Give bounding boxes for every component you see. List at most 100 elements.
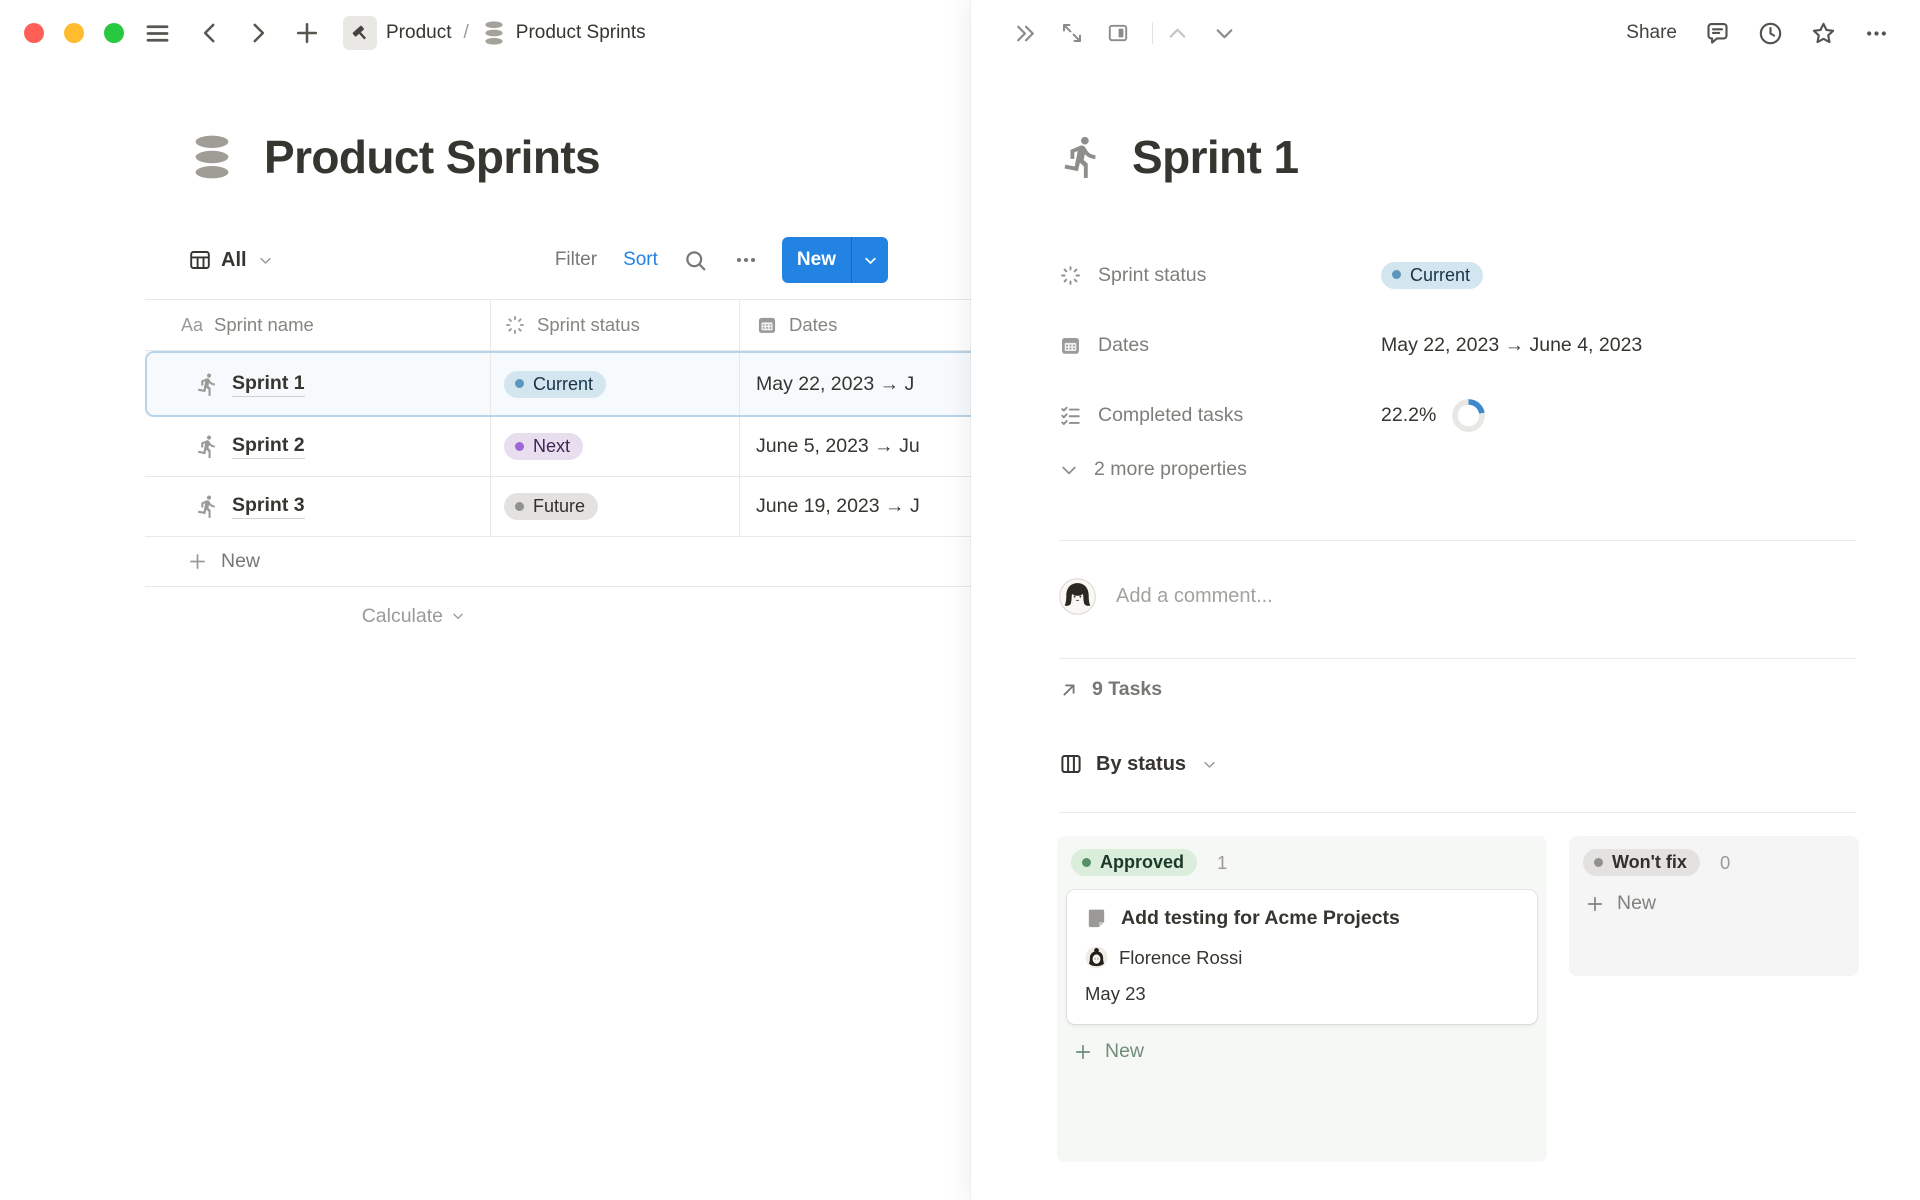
more-properties-toggle[interactable]: 2 more properties — [1059, 458, 1247, 481]
calculate-button[interactable]: Calculate — [145, 605, 491, 628]
board-group-count: 1 — [1217, 852, 1227, 874]
sprint-status-cell[interactable]: Future — [491, 477, 740, 536]
filter-button[interactable]: Filter — [555, 249, 597, 271]
board-column-approved: Approved 1 Add testing for Acme Projects… — [1057, 836, 1547, 1162]
new-record-button[interactable]: New — [782, 237, 888, 283]
property-value[interactable]: 22.2% — [1381, 399, 1485, 432]
arrow-up-right-icon — [1059, 680, 1079, 700]
property-list: Sprint status Current Dates May 22, 2023… — [1059, 240, 1856, 450]
board-group-count: 0 — [1720, 852, 1730, 874]
sprint-page-link[interactable]: Sprint 3 — [232, 494, 305, 519]
board-new-card-button[interactable]: New — [1073, 1040, 1537, 1063]
new-page-icon[interactable] — [293, 19, 321, 47]
chevron-down-icon — [451, 609, 465, 623]
status-spinner-icon — [1059, 264, 1082, 287]
expand-page-icon[interactable] — [1060, 21, 1084, 45]
window-controls — [24, 23, 124, 43]
page-icon — [1085, 907, 1108, 930]
next-page-icon[interactable] — [1212, 21, 1237, 46]
property-value[interactable]: Current — [1381, 262, 1483, 289]
sprint-status-cell[interactable]: Current — [491, 351, 740, 417]
previous-page-icon[interactable] — [1165, 21, 1190, 46]
close-window-button[interactable] — [24, 23, 44, 43]
property-row-completed-tasks: Completed tasks 22.2% — [1059, 380, 1856, 450]
column-header-sprint-name[interactable]: Aa Sprint name — [145, 300, 491, 350]
runner-icon — [195, 372, 220, 397]
runner-icon — [195, 434, 220, 459]
task-card[interactable]: Add testing for Acme Projects Florence R… — [1067, 890, 1537, 1024]
chevron-down-icon — [258, 253, 273, 268]
board-new-card-button[interactable]: New — [1585, 892, 1849, 915]
minimize-window-button[interactable] — [64, 23, 84, 43]
plus-icon — [1073, 1042, 1093, 1062]
status-dot — [515, 442, 524, 451]
sprint-status-cell[interactable]: Next — [491, 417, 740, 476]
progress-ring — [1452, 399, 1485, 432]
page-title[interactable]: Product Sprints — [264, 130, 600, 184]
status-dot — [1594, 858, 1603, 867]
property-row-sprint-status: Sprint status Current — [1059, 240, 1856, 310]
text-property-icon: Aa — [181, 315, 203, 336]
search-icon[interactable] — [683, 248, 708, 273]
forward-button[interactable] — [245, 20, 271, 46]
sort-button[interactable]: Sort — [623, 249, 658, 271]
comments-icon[interactable] — [1704, 20, 1731, 47]
property-label[interactable]: Sprint status — [1059, 264, 1381, 287]
sidebar-menu-icon[interactable] — [144, 20, 171, 47]
database-page-icon[interactable] — [188, 133, 236, 181]
plus-icon — [187, 551, 208, 572]
page-peek-panel: Share Sprint 1 Sprint status — [971, 0, 1920, 1200]
side-peek-icon[interactable] — [1106, 21, 1130, 45]
comment-input-row[interactable]: Add a comment... — [1059, 578, 1273, 615]
property-label[interactable]: Dates — [1059, 334, 1381, 357]
comment-placeholder[interactable]: Add a comment... — [1116, 585, 1273, 608]
chevron-down-icon — [1059, 460, 1079, 480]
more-options-icon[interactable] — [1863, 20, 1890, 47]
back-button[interactable] — [197, 20, 223, 46]
view-tab-by-status[interactable]: By status — [1059, 752, 1217, 776]
status-badge[interactable]: Current — [504, 371, 606, 398]
updates-clock-icon[interactable] — [1757, 20, 1784, 47]
share-button[interactable]: Share — [1626, 22, 1677, 44]
task-title[interactable]: Add testing for Acme Projects — [1121, 907, 1400, 930]
property-label[interactable]: Completed tasks — [1059, 404, 1381, 427]
breadcrumb-separator: / — [463, 22, 468, 44]
new-button-chevron-icon[interactable] — [852, 237, 888, 283]
database-toolbar: All Filter Sort New — [188, 236, 888, 284]
column-header-sprint-status[interactable]: Sprint status — [491, 300, 740, 350]
status-spinner-icon — [504, 314, 526, 336]
new-record-label[interactable]: New — [782, 237, 851, 283]
checklist-icon — [1059, 404, 1082, 427]
calendar-icon — [1059, 334, 1082, 357]
favorite-star-icon[interactable] — [1810, 20, 1837, 47]
status-badge[interactable]: Future — [504, 493, 598, 520]
sprint-page-link[interactable]: Sprint 2 — [232, 434, 305, 459]
view-tab-all[interactable]: All — [188, 248, 273, 272]
status-badge[interactable]: Next — [504, 433, 583, 460]
board-column-header: Won't fix 0 — [1579, 846, 1849, 876]
status-dot — [515, 379, 524, 388]
table-view-icon — [188, 248, 212, 272]
linked-database-title[interactable]: 9 Tasks — [1059, 678, 1162, 701]
sprint-page-link[interactable]: Sprint 1 — [232, 372, 305, 397]
breadcrumb-item-product-sprints[interactable]: Product Sprints — [475, 17, 652, 49]
peek-page-title[interactable]: Sprint 1 — [1132, 130, 1298, 184]
sprint-name-cell[interactable]: Sprint 3 — [145, 477, 491, 536]
task-assignee[interactable]: Florence Rossi — [1085, 946, 1519, 969]
sprint-name-cell[interactable]: Sprint 2 — [145, 417, 491, 476]
zoom-window-button[interactable] — [104, 23, 124, 43]
breadcrumb-item-product[interactable]: Product — [337, 13, 457, 53]
status-badge[interactable]: Current — [1381, 262, 1483, 289]
more-options-icon[interactable] — [733, 247, 759, 273]
board-group-badge[interactable]: Won't fix — [1583, 849, 1700, 876]
assignee-avatar — [1085, 946, 1108, 969]
sprint-name-cell[interactable]: Sprint 1 — [145, 351, 491, 417]
chevron-down-icon — [1202, 757, 1217, 772]
runner-page-icon[interactable] — [1059, 134, 1105, 180]
board-view-icon — [1059, 752, 1083, 776]
property-value[interactable]: May 22, 2023 → June 4, 2023 — [1381, 334, 1642, 357]
board-group-badge[interactable]: Approved — [1071, 849, 1197, 876]
close-peek-icon[interactable] — [1013, 21, 1038, 46]
divider — [1059, 540, 1856, 541]
board-column-wont-fix: Won't fix 0 New — [1569, 836, 1859, 976]
